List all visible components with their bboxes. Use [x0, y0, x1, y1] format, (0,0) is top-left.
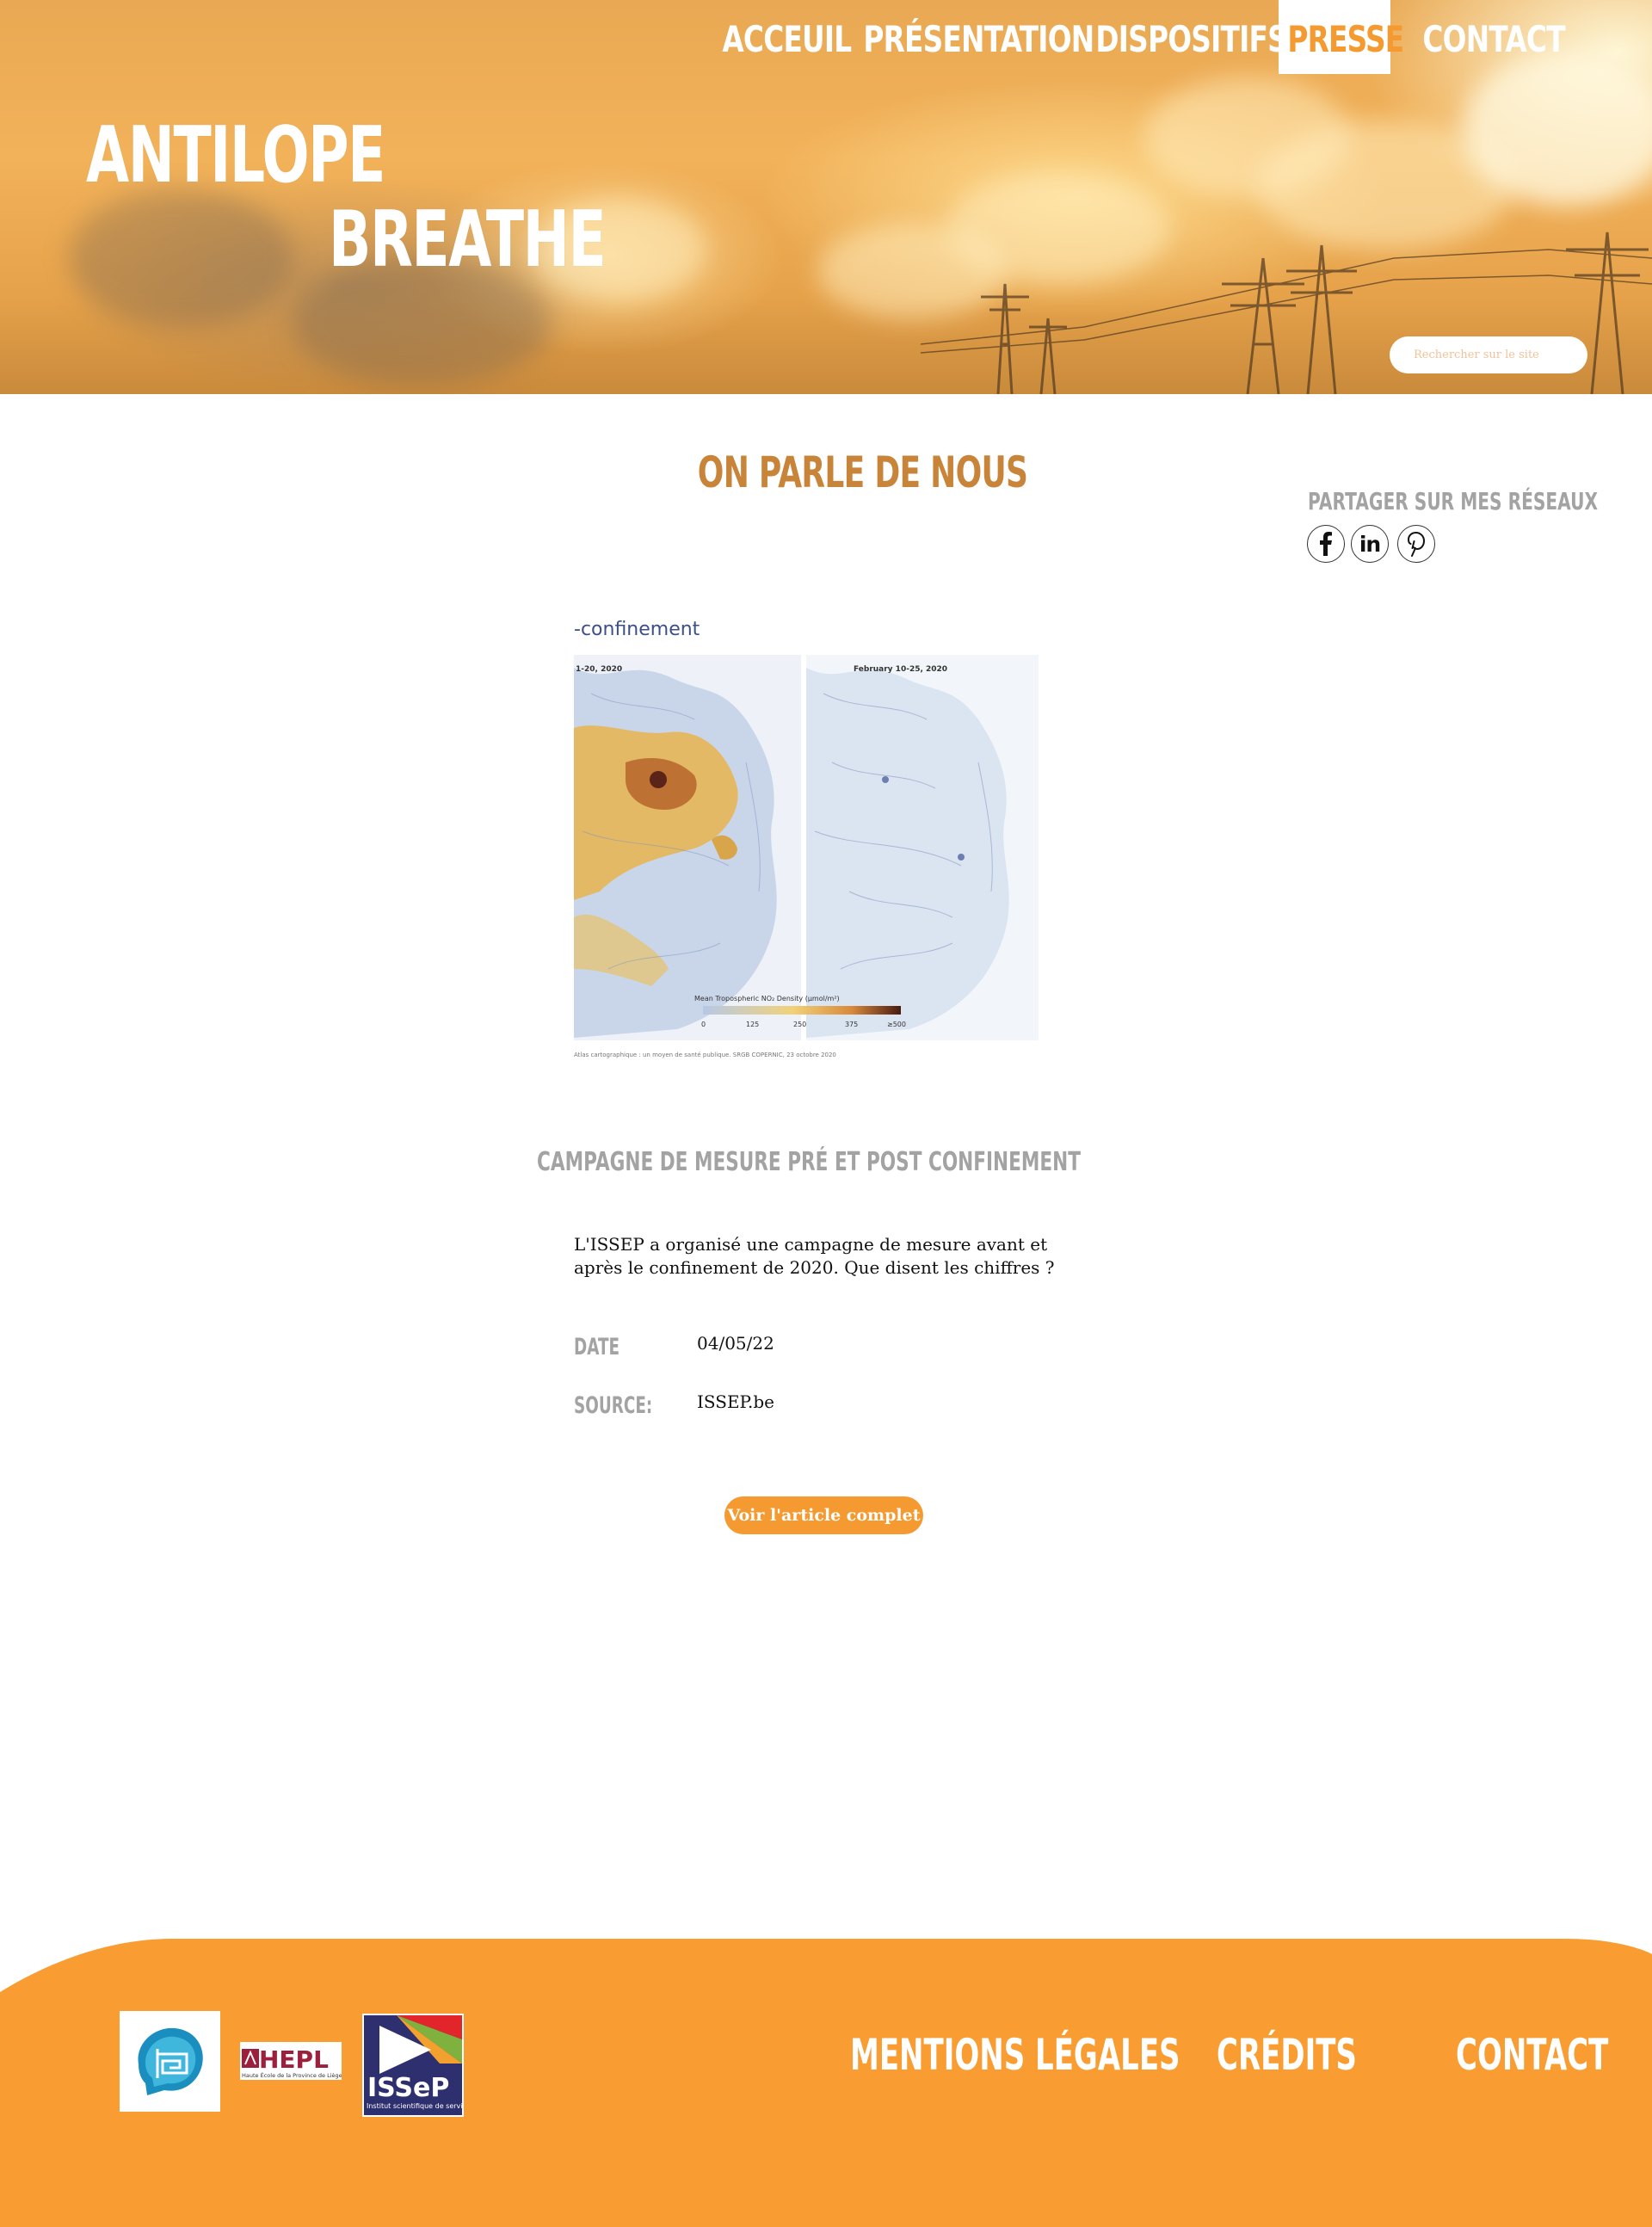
issep-logo-text: ISSeP	[367, 2073, 449, 2103]
source-label: SOURCE:	[574, 1392, 653, 1419]
partner-logo-issep[interactable]: ISSeP Institut scientifique de service p…	[362, 2014, 464, 2117]
footer-link-mentions-legales[interactable]: MENTIONS LÉGALES	[850, 2030, 1180, 2080]
image-footnote: Atlas cartographique : un moyen de santé…	[574, 1052, 836, 1058]
article-image-no2-maps: -confinement 1-20, 2020 February 10-25, …	[574, 608, 1044, 1065]
nav-item-dispositifs[interactable]: DISPOSITIFS	[1088, 0, 1295, 74]
footer-link-contact[interactable]: CONTACT	[1456, 2030, 1608, 2080]
date-label: DATE	[574, 1334, 620, 1360]
partner-logo-hepl[interactable]: HEPL Haute École de la Province de Liège	[240, 2042, 342, 2080]
linkedin-icon[interactable]: in	[1351, 525, 1389, 563]
image-legend-tick: 250	[793, 1021, 806, 1028]
footer	[0, 1939, 1652, 2227]
footer-background	[0, 1939, 1652, 2227]
source-value[interactable]: ISSEP.be	[697, 1391, 774, 1412]
site-logo-breathe[interactable]: BREATHE	[329, 194, 607, 285]
image-legend-tick: 125	[746, 1021, 759, 1028]
page-title: ON PARLE DE NOUS	[697, 447, 1028, 497]
facebook-icon[interactable]	[1307, 525, 1345, 563]
nav-item-presentation[interactable]: PRÉSENTATION	[855, 0, 1102, 74]
image-date-left: 1-20, 2020	[576, 665, 622, 674]
pinterest-icon[interactable]	[1397, 525, 1435, 563]
no2-comparison-map: -confinement 1-20, 2020 February 10-25, …	[574, 608, 1044, 1065]
date-value: 04/05/22	[697, 1333, 774, 1354]
partner-logo-antilope[interactable]	[120, 2011, 220, 2112]
image-legend-tick: 0	[701, 1021, 706, 1028]
site-logo-antilope[interactable]: ANTILOPE	[86, 110, 385, 200]
image-legend-tick: 375	[845, 1021, 858, 1028]
nav-item-contact[interactable]: CONTACT	[1415, 0, 1573, 74]
hepl-logo-text: HEPL	[259, 2045, 329, 2074]
view-full-article-button[interactable]: Voir l'article complet	[724, 1496, 923, 1534]
hepl-logo-subtext: Haute École de la Province de Liège	[242, 2071, 342, 2079]
header-banner: ACCEUIL PRÉSENTATION DISPOSITIFS PRESSE …	[0, 0, 1652, 394]
nav-item-presse[interactable]: PRESSE	[1279, 0, 1412, 74]
nav-item-accueil[interactable]: ACCEUIL	[714, 0, 860, 74]
footer-link-credits[interactable]: CRÉDITS	[1217, 2030, 1357, 2080]
image-caption-title: -confinement	[574, 619, 700, 640]
image-legend-colorbar	[703, 1006, 901, 1015]
share-label: PARTAGER SUR MES RÉSEAUX	[1308, 487, 1599, 515]
image-legend-tick: ≥500	[887, 1021, 906, 1028]
issep-logo-subtext: Institut scientifique de service public	[367, 2102, 464, 2110]
article-subtitle: CAMPAGNE DE MESURE PRÉ ET POST CONFINEME…	[537, 1147, 1081, 1177]
image-date-right: February 10-25, 2020	[854, 665, 947, 674]
search-input[interactable]	[1390, 336, 1587, 373]
article-description: L'ISSEP a organisé une campagne de mesur…	[574, 1234, 1055, 1278]
image-legend-title: Mean Tropospheric NO₂ Density (µmol/m²)	[694, 995, 840, 1002]
